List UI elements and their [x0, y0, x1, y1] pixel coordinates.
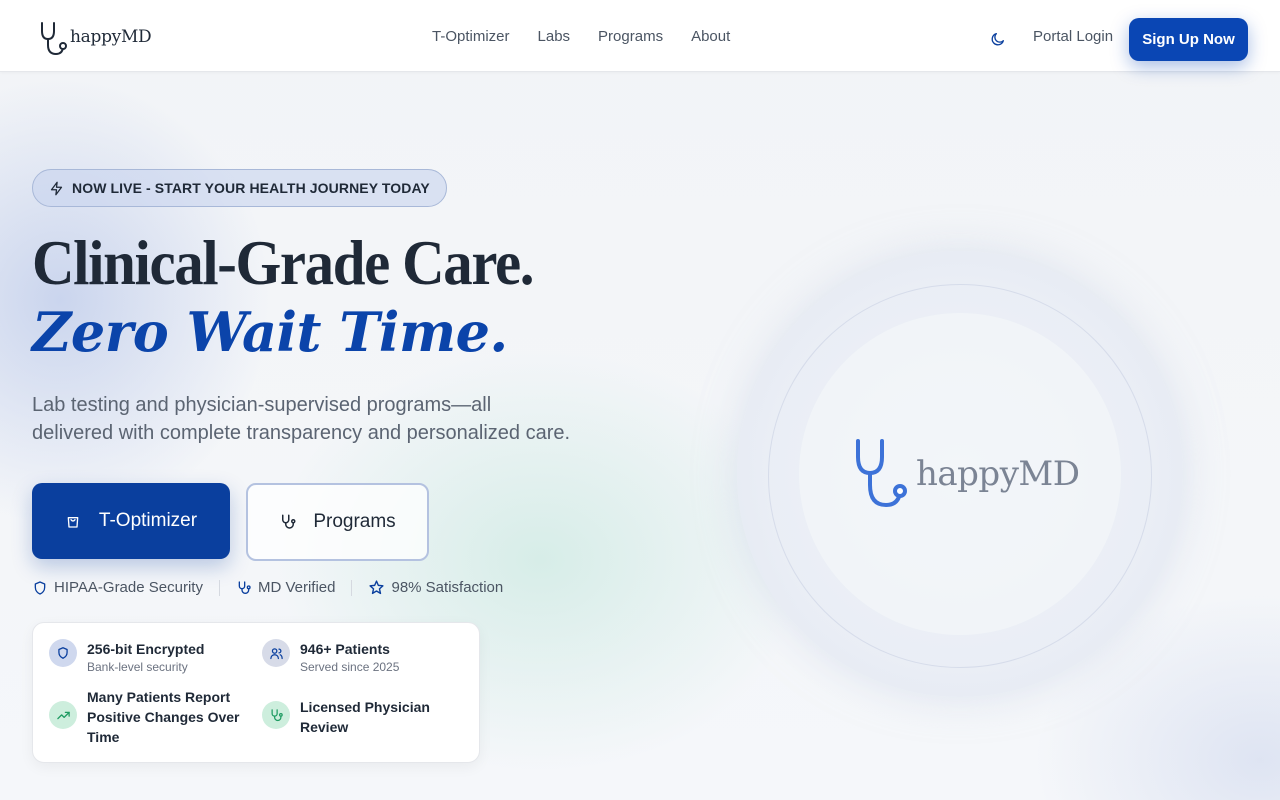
headline-accent: Zero Wait Time. — [32, 300, 508, 364]
hero-lead: Lab testing and physician-supervised pro… — [32, 394, 571, 444]
orb-logo: happyMD — [850, 437, 1080, 511]
shield-icon — [49, 639, 77, 667]
feature-title: Many Patients Report Positive Changes Ov… — [87, 689, 240, 745]
trust-md-label: MD Verified — [257, 579, 336, 596]
headline-primary: Clinical-Grade Care. — [32, 227, 535, 298]
trust-satisfaction: 98% Satisfaction — [368, 579, 503, 596]
hero-section: NOW LIVE - START YOUR HEALTH JOURNEY TOD… — [32, 169, 592, 763]
users-icon — [262, 639, 290, 667]
feature-subtitle: Served since 2025 — [300, 660, 400, 674]
trust-satisfaction-label: 98% Satisfaction — [391, 579, 504, 596]
feature-encrypted: 256-bit Encrypted Bank-level security — [49, 639, 239, 675]
features-card: 256-bit Encrypted Bank-level security 94… — [32, 622, 480, 763]
portal-login-link[interactable]: Portal Login — [1033, 28, 1113, 45]
live-badge: NOW LIVE - START YOUR HEALTH JOURNEY TOD… — [32, 169, 447, 207]
stethoscope-icon — [262, 701, 290, 729]
main-nav: T-Optimizer Labs Programs About — [432, 0, 730, 72]
feature-title: Licensed Physician Review — [300, 699, 430, 735]
feature-title: 946+ Patients — [300, 641, 390, 657]
cta-row: T-Optimizer Programs — [32, 483, 592, 561]
feature-subtitle: Bank-level security — [87, 660, 188, 674]
shield-icon — [34, 580, 46, 595]
brand-orb: happyMD — [737, 251, 1183, 697]
t-optimizer-label: T-Optimizer — [98, 510, 198, 531]
t-optimizer-button[interactable]: T-Optimizer — [32, 483, 230, 559]
feature-patients: 946+ Patients Served since 2025 — [262, 639, 462, 675]
orb-brand-name: happyMD — [916, 454, 1080, 494]
trust-divider — [218, 579, 220, 596]
trust-divider — [351, 579, 353, 596]
trend-up-icon — [49, 701, 77, 729]
trust-md: MD Verified — [236, 579, 336, 596]
top-nav: happyMD T-Optimizer Labs Programs About … — [0, 0, 1280, 72]
stethoscope-logo-icon — [41, 22, 67, 56]
trust-hipaa-label: HIPAA-Grade Security — [54, 579, 203, 596]
trust-hipaa: HIPAA-Grade Security — [32, 579, 203, 596]
nav-link-about[interactable]: About — [691, 28, 730, 45]
stethoscope-icon — [238, 580, 251, 594]
feature-title: 256-bit Encrypted — [87, 641, 205, 657]
shopping-bag-icon — [67, 517, 79, 528]
programs-button[interactable]: Programs — [246, 483, 429, 561]
badge-text: NOW LIVE - START YOUR HEALTH JOURNEY TOD… — [72, 180, 430, 196]
nav-link-labs[interactable]: Labs — [538, 28, 571, 45]
lightning-icon — [50, 181, 63, 195]
nav-link-t-optimizer[interactable]: T-Optimizer — [432, 28, 510, 45]
brand-name: happyMD — [70, 27, 152, 47]
stethoscope-icon — [282, 514, 296, 529]
trust-row: HIPAA-Grade Security MD Verified 98% Sat… — [32, 579, 592, 596]
sign-up-button[interactable]: Sign Up Now — [1129, 18, 1248, 61]
theme-toggle-button[interactable] — [987, 28, 1009, 50]
feature-physician-review: Licensed Physician Review — [262, 697, 462, 737]
nav-link-programs[interactable]: Programs — [598, 28, 663, 45]
moon-icon — [991, 33, 1004, 46]
stethoscope-logo-icon — [856, 439, 907, 508]
brand-logo[interactable]: happyMD — [38, 20, 152, 58]
star-icon — [369, 580, 385, 595]
programs-label: Programs — [313, 511, 396, 532]
feature-positive-changes: Many Patients Report Positive Changes Ov… — [49, 687, 249, 747]
